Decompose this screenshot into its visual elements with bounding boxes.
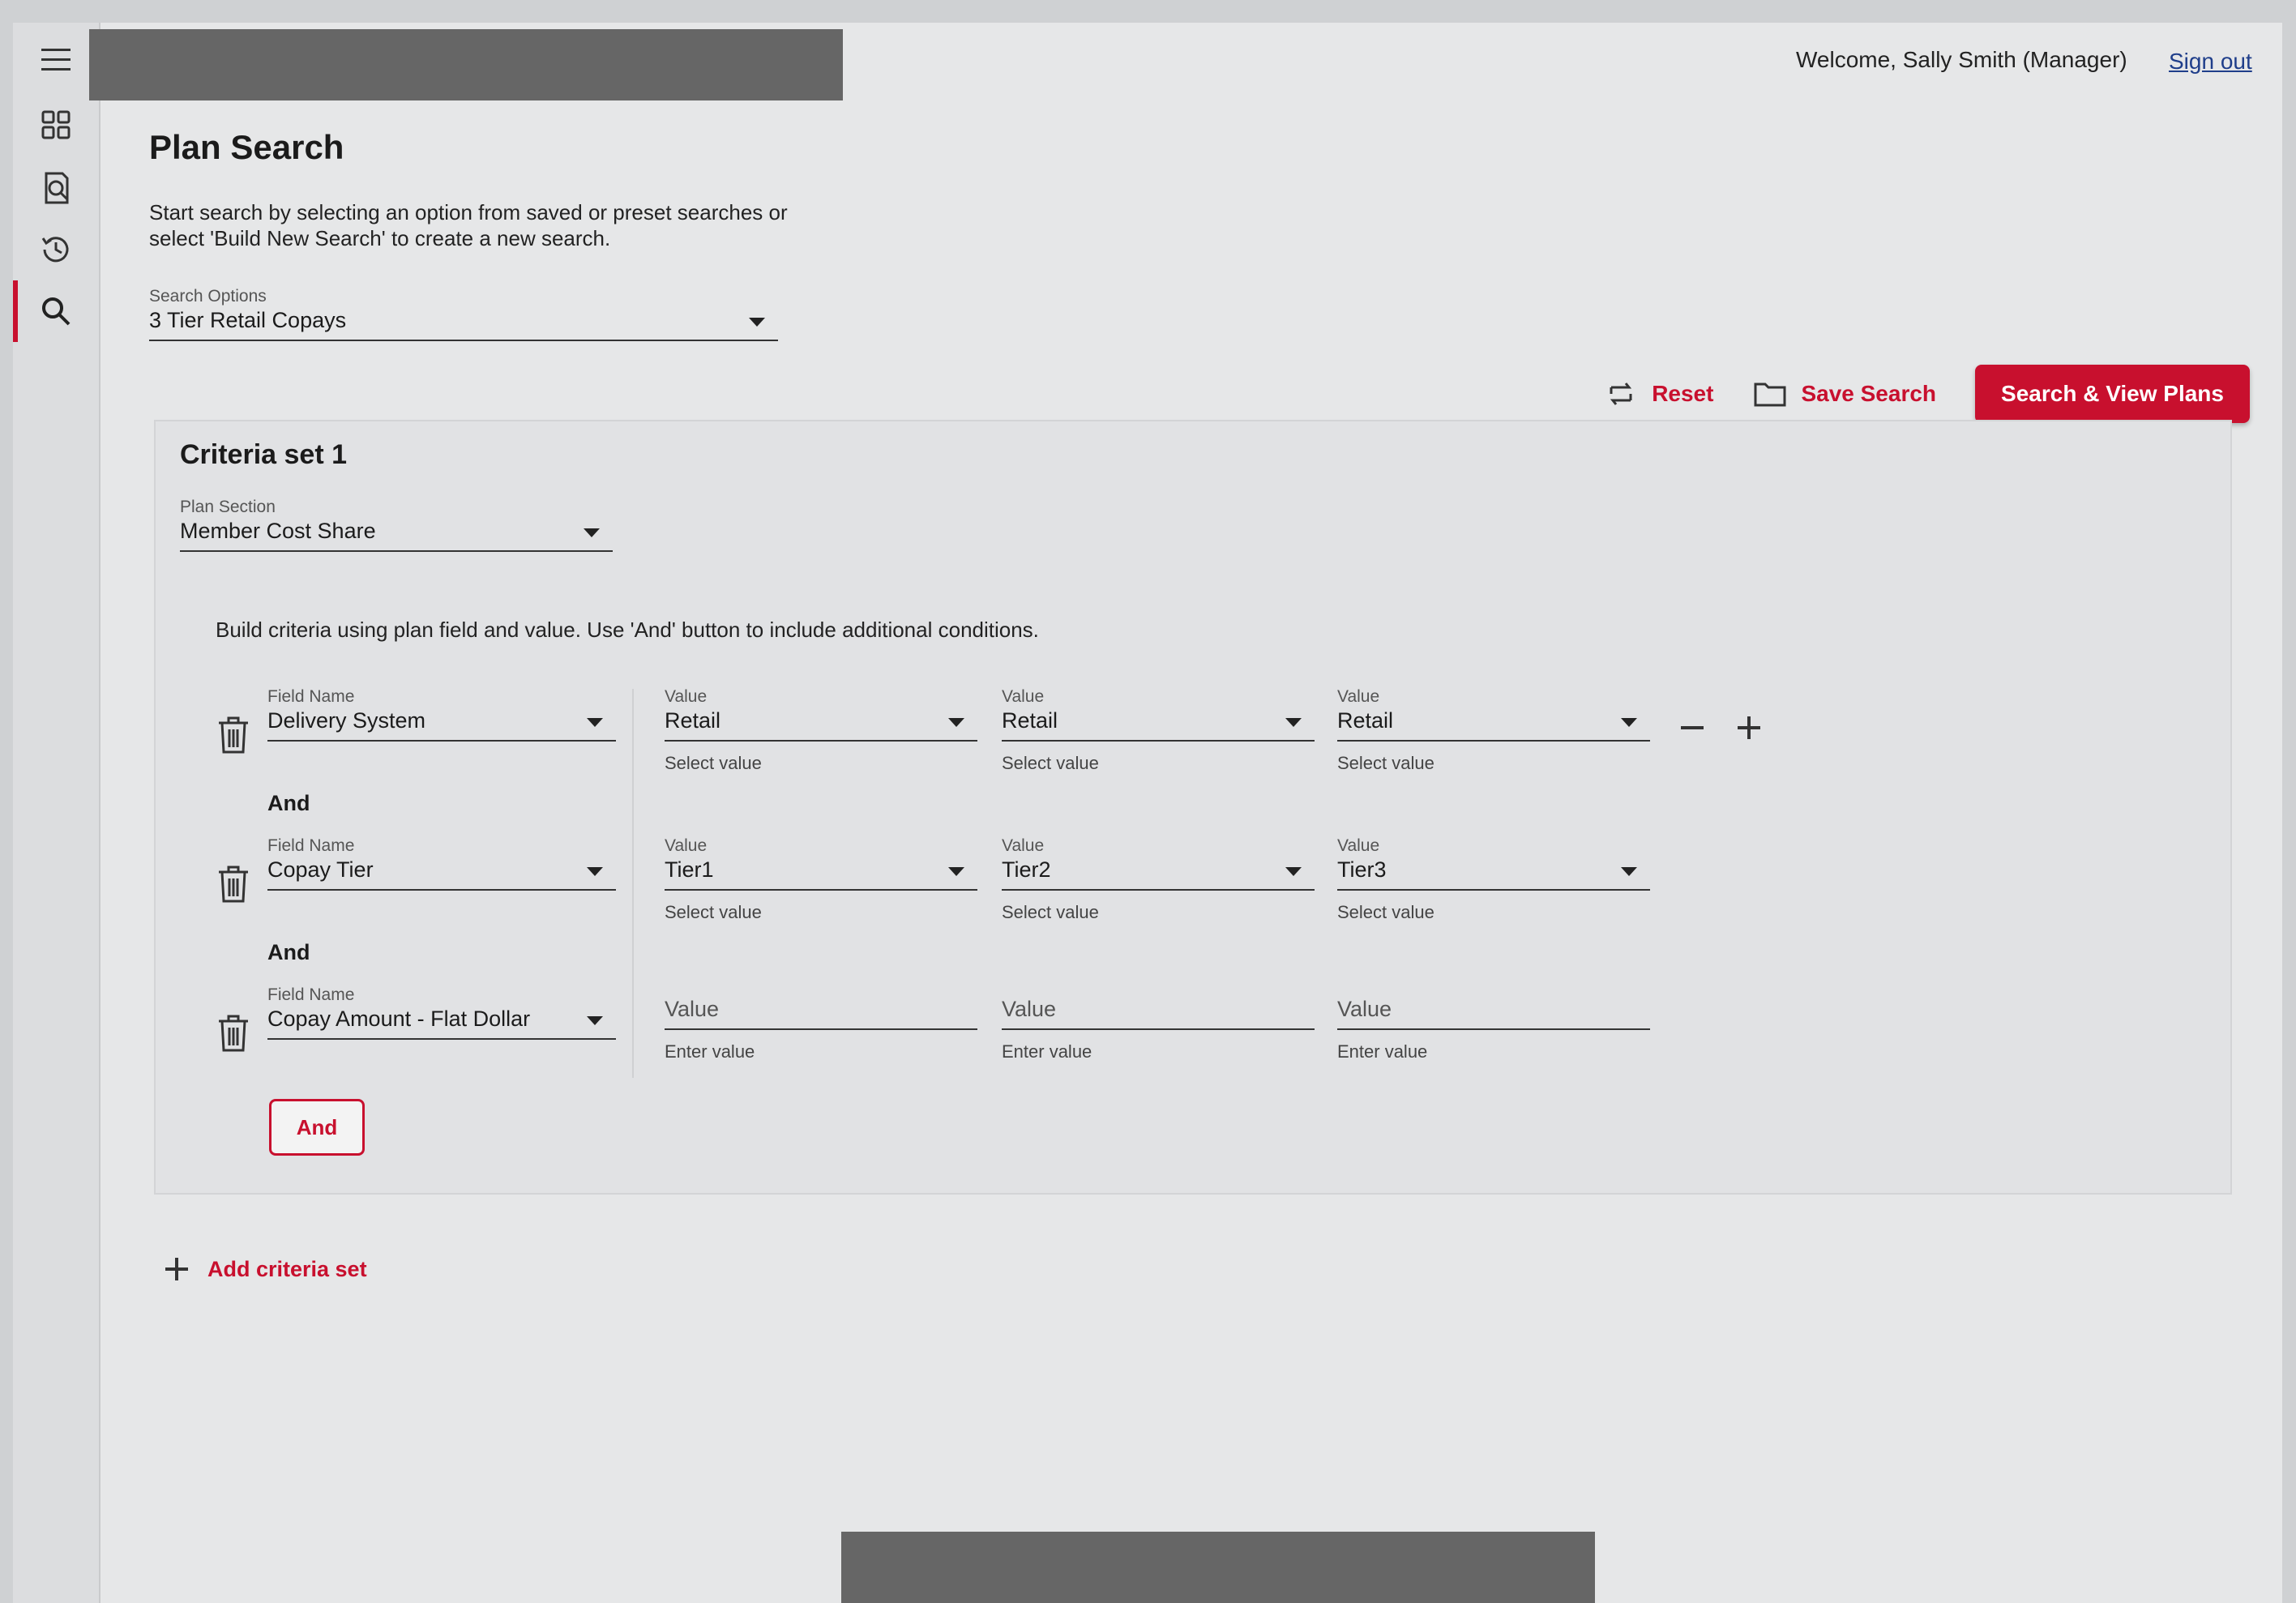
value-text: Tier1 (665, 857, 714, 882)
redacted-area (89, 29, 843, 100)
value-select[interactable]: Value Retail Select value (1002, 687, 1315, 774)
caret-down-icon (1285, 718, 1302, 727)
value-helper: Enter value (1337, 1041, 1428, 1062)
value-text: Retail (665, 708, 721, 733)
field-name-select[interactable]: Field Name Copay Tier (267, 836, 616, 891)
plus-icon (165, 1258, 188, 1280)
field-name-value: Copay Amount - Flat Dollar (267, 1007, 531, 1031)
value-helper: Select value (1337, 753, 1434, 773)
value-text: Tier3 (1337, 857, 1387, 882)
caret-down-icon (587, 867, 603, 876)
welcome-text: Welcome, Sally Smith (Manager) (1796, 47, 2127, 72)
value-helper: Select value (665, 753, 762, 773)
caret-down-icon (1285, 867, 1302, 876)
dashboard-icon[interactable] (26, 99, 86, 151)
field-name-value: Delivery System (267, 708, 426, 733)
field-name-value: Copay Tier (267, 857, 374, 882)
value-label: Value (1337, 836, 1380, 855)
value-helper: Select value (665, 902, 762, 922)
and-label: And (267, 791, 310, 815)
document-search-icon[interactable] (26, 162, 86, 214)
search-icon[interactable] (13, 280, 86, 342)
menu-icon[interactable] (26, 34, 86, 86)
caret-down-icon (1621, 867, 1637, 876)
signout-link[interactable]: Sign out (2169, 49, 2252, 75)
value-label: Value (1337, 687, 1380, 706)
reset-button[interactable]: Reset (1603, 376, 1713, 412)
redacted-area (841, 1532, 1595, 1603)
value-text: Retail (1002, 708, 1058, 733)
value-tools (1676, 712, 1765, 744)
plan-section-label: Plan Section (180, 498, 276, 516)
value-select[interactable]: Value Retail Select value (665, 687, 977, 774)
criteria-set-title: Criteria set 1 (180, 439, 347, 470)
caret-down-icon (587, 718, 603, 727)
value-text: Tier2 (1002, 857, 1051, 882)
field-name-select[interactable]: Field Name Delivery System (267, 687, 616, 742)
caret-down-icon (749, 318, 765, 327)
caret-down-icon (1621, 718, 1637, 727)
save-search-label: Save Search (1801, 381, 1937, 406)
value-label: Value (665, 836, 708, 855)
value-placeholder: Value (1337, 985, 1650, 1030)
history-icon[interactable] (26, 224, 86, 276)
value-input[interactable]: Value Enter value (1002, 985, 1315, 1062)
folder-icon (1754, 383, 1786, 407)
criteria-set-panel: Criteria set 1 Plan Section Member Cost … (154, 420, 2232, 1195)
value-select[interactable]: Value Tier3 Select value (1337, 836, 1650, 923)
add-criteria-set-label: Add criteria set (207, 1256, 367, 1281)
caret-down-icon (948, 718, 964, 727)
search-view-plans-button[interactable]: Search & View Plans (1975, 365, 2250, 423)
value-select[interactable]: Value Retail Select value (1337, 687, 1650, 774)
minus-icon[interactable] (1676, 712, 1708, 744)
criteria-row: Field Name Delivery System Value Retail … (156, 687, 2230, 801)
plan-section-value: Member Cost Share (180, 519, 376, 543)
criteria-row: Field Name Copay Amount - Flat Dollar Va… (156, 985, 2230, 1099)
field-name-label: Field Name (267, 687, 355, 706)
field-name-label: Field Name (267, 985, 355, 1004)
value-helper: Select value (1337, 902, 1434, 922)
nav-rail (13, 23, 100, 1603)
plus-icon[interactable] (1733, 712, 1765, 744)
value-input[interactable]: Value Enter value (665, 985, 977, 1062)
value-label: Value (1002, 687, 1045, 706)
add-criteria-set-button[interactable]: Add criteria set (162, 1255, 367, 1284)
trash-icon[interactable] (216, 864, 251, 904)
value-input[interactable]: Value Enter value (1337, 985, 1650, 1062)
and-label: And (267, 940, 310, 964)
search-options-value: 3 Tier Retail Copays (149, 308, 347, 332)
plan-section-select[interactable]: Plan Section Member Cost Share (180, 498, 613, 552)
value-label: Value (665, 687, 708, 706)
trash-icon[interactable] (216, 1013, 251, 1054)
trash-icon[interactable] (216, 715, 251, 755)
value-helper: Select value (1002, 753, 1099, 773)
search-options-label: Search Options (149, 287, 267, 306)
value-helper: Select value (1002, 902, 1099, 922)
value-placeholder: Value (1002, 985, 1315, 1030)
page-title: Plan Search (149, 128, 344, 166)
toolbar: Reset Save Search Search & View Plans (1603, 365, 2250, 423)
reset-label: Reset (1652, 381, 1714, 406)
value-text: Retail (1337, 708, 1394, 733)
app-window: Welcome, Sally Smith (Manager) Sign out … (13, 23, 2282, 1603)
value-helper: Enter value (1002, 1041, 1092, 1062)
field-name-select[interactable]: Field Name Copay Amount - Flat Dollar (267, 985, 616, 1040)
page-intro: Start search by selecting an option from… (149, 200, 788, 250)
value-helper: Enter value (665, 1041, 755, 1062)
save-search-button[interactable]: Save Search (1752, 376, 1936, 412)
add-and-condition-button[interactable]: And (269, 1099, 365, 1156)
value-select[interactable]: Value Tier2 Select value (1002, 836, 1315, 923)
field-name-label: Field Name (267, 836, 355, 855)
caret-down-icon (587, 1016, 603, 1025)
reset-icon (1610, 383, 1632, 405)
value-label: Value (1002, 836, 1045, 855)
search-options-select[interactable]: Search Options 3 Tier Retail Copays (149, 287, 778, 341)
caret-down-icon (948, 867, 964, 876)
value-select[interactable]: Value Tier1 Select value (665, 836, 977, 923)
build-criteria-hint: Build criteria using plan field and valu… (216, 618, 1039, 642)
value-placeholder: Value (665, 985, 977, 1030)
criteria-row: Field Name Copay Tier Value Tier1 Select… (156, 836, 2230, 950)
caret-down-icon (584, 528, 600, 537)
